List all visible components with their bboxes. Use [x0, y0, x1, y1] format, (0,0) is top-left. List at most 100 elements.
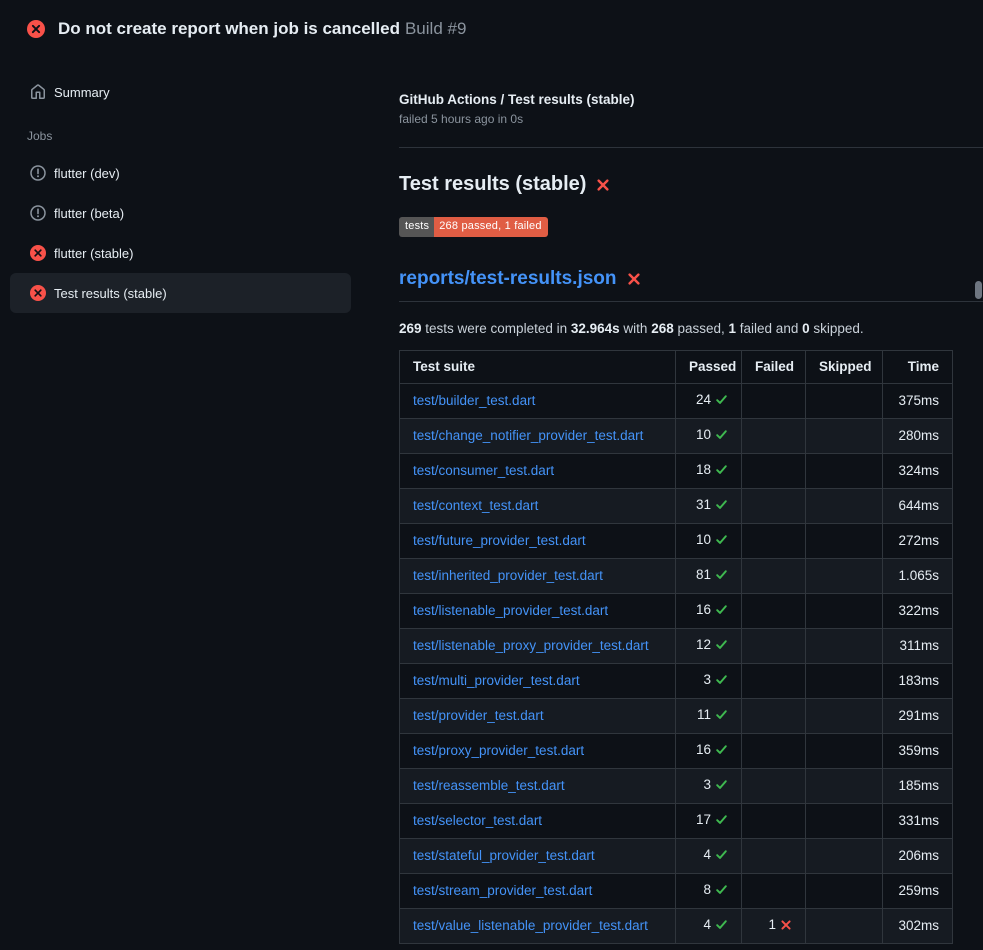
sidebar-item-flutter-stable[interactable]: flutter (stable) — [10, 233, 351, 273]
time-cell: 272ms — [883, 524, 953, 559]
suite-cell: test/future_provider_test.dart — [400, 524, 676, 559]
time-cell: 1.065s — [883, 559, 953, 594]
suite-link[interactable]: test/proxy_provider_test.dart — [413, 743, 584, 758]
red-x-icon — [596, 178, 610, 192]
duration: 32.964s — [571, 321, 620, 336]
suite-link[interactable]: test/stream_provider_test.dart — [413, 883, 592, 898]
time-cell: 291ms — [883, 699, 953, 734]
suite-link[interactable]: test/listenable_proxy_provider_test.dart — [413, 638, 649, 653]
report-heading: reports/test-results.json — [399, 268, 983, 302]
failed-cell: 1 — [742, 909, 806, 944]
skipped-cell — [806, 874, 883, 909]
skipped-cell — [806, 629, 883, 664]
table-row: test/inherited_provider_test.dart811.065… — [400, 559, 953, 594]
skipped-cell — [806, 664, 883, 699]
check-icon — [715, 392, 728, 412]
sidebar-item-flutter-dev[interactable]: flutter (dev) — [10, 153, 351, 193]
passed-cell: 17 — [676, 804, 742, 839]
suite-link[interactable]: test/listenable_provider_test.dart — [413, 603, 608, 618]
failed-cell — [742, 594, 806, 629]
suite-cell: test/listenable_proxy_provider_test.dart — [400, 629, 676, 664]
failed-cell — [742, 839, 806, 874]
suite-link[interactable]: test/stateful_provider_test.dart — [413, 848, 595, 863]
suite-cell: test/provider_test.dart — [400, 699, 676, 734]
table-row: test/listenable_proxy_provider_test.dart… — [400, 629, 953, 664]
sidebar-item-summary[interactable]: Summary — [0, 73, 380, 111]
skipped-cell — [806, 384, 883, 419]
table-row: test/listenable_provider_test.dart16322m… — [400, 594, 953, 629]
suite-link[interactable]: test/provider_test.dart — [413, 708, 544, 723]
passed-cell: 12 — [676, 629, 742, 664]
suite-cell: test/builder_test.dart — [400, 384, 676, 419]
time-cell: 644ms — [883, 489, 953, 524]
skipped-cell — [806, 769, 883, 804]
suite-cell: test/reassemble_test.dart — [400, 769, 676, 804]
check-icon — [715, 602, 728, 622]
passed-cell: 3 — [676, 664, 742, 699]
suite-cell: test/context_test.dart — [400, 489, 676, 524]
build-number: Build #9 — [405, 19, 466, 38]
time-cell: 324ms — [883, 454, 953, 489]
job-label: Test results (stable) — [54, 286, 167, 301]
main-content: GitHub Actions / Test results (stable) f… — [380, 56, 983, 944]
home-icon — [30, 84, 46, 100]
table-row: test/value_listenable_provider_test.dart… — [400, 909, 953, 944]
passed-cell: 10 — [676, 524, 742, 559]
page: Do not create report when job is cancell… — [0, 0, 983, 944]
failed-cell — [742, 769, 806, 804]
failed-cell — [742, 664, 806, 699]
time-cell: 183ms — [883, 664, 953, 699]
failed-cell — [742, 489, 806, 524]
sidebar-item-test-results-stable[interactable]: Test results (stable) — [10, 273, 351, 313]
suite-link[interactable]: test/reassemble_test.dart — [413, 778, 565, 793]
scrollbar-thumb[interactable] — [975, 281, 982, 299]
table-row: test/future_provider_test.dart 10 272ms — [400, 524, 953, 559]
skipped-cell — [806, 909, 883, 944]
status-line: failed 5 hours ago in 0s — [399, 112, 983, 126]
check-icon — [715, 777, 728, 797]
time-cell: 302ms — [883, 909, 953, 944]
content-layout: Summary Jobs flutter (dev)flutter (beta)… — [0, 56, 983, 944]
table-row: test/provider_test.dart 11 291ms — [400, 699, 953, 734]
check-icon — [715, 497, 728, 517]
red-x-icon — [627, 272, 641, 286]
check-icon — [715, 462, 728, 482]
col-header-skipped: Skipped — [806, 351, 883, 384]
suite-link[interactable]: test/consumer_test.dart — [413, 463, 554, 478]
section-title: Test results (stable) — [399, 173, 983, 196]
passed-cell: 24 — [676, 384, 742, 419]
suite-link[interactable]: test/builder_test.dart — [413, 393, 535, 408]
suite-link[interactable]: test/future_provider_test.dart — [413, 533, 586, 548]
suite-link[interactable]: test/inherited_provider_test.dart — [413, 568, 603, 583]
time-cell: 311ms — [883, 629, 953, 664]
table-row: test/stream_provider_test.dart8259ms — [400, 874, 953, 909]
skipped-cell — [806, 594, 883, 629]
suite-link[interactable]: test/selector_test.dart — [413, 813, 542, 828]
x-circle-icon — [30, 245, 46, 261]
summary-line: 269 tests were completed in 32.964s with… — [399, 321, 983, 336]
skipped-cell — [806, 489, 883, 524]
check-icon — [715, 637, 728, 657]
suite-link[interactable]: test/change_notifier_provider_test.dart — [413, 428, 643, 443]
failed-cell — [742, 874, 806, 909]
skipped-cell — [806, 699, 883, 734]
check-icon — [715, 707, 728, 727]
time-cell: 375ms — [883, 384, 953, 419]
failed-cell — [742, 734, 806, 769]
suite-link[interactable]: test/context_test.dart — [413, 498, 538, 513]
failed-cell — [742, 524, 806, 559]
badge-value: 268 passed, 1 failed — [434, 217, 547, 237]
sidebar-item-flutter-beta[interactable]: flutter (beta) — [10, 193, 351, 233]
passed-cell: 11 — [676, 699, 742, 734]
table-row: test/multi_provider_test.dart 3 183ms — [400, 664, 953, 699]
report-link[interactable]: reports/test-results.json — [399, 268, 617, 290]
passed-cell: 16 — [676, 594, 742, 629]
col-header-time: Time — [883, 351, 953, 384]
failed-cell — [742, 559, 806, 594]
suite-link[interactable]: test/value_listenable_provider_test.dart — [413, 918, 648, 933]
table-row: test/stateful_provider_test.dart4206ms — [400, 839, 953, 874]
time-cell: 206ms — [883, 839, 953, 874]
check-icon — [715, 567, 728, 587]
suite-link[interactable]: test/multi_provider_test.dart — [413, 673, 580, 688]
passed-count: 268 — [651, 321, 674, 336]
